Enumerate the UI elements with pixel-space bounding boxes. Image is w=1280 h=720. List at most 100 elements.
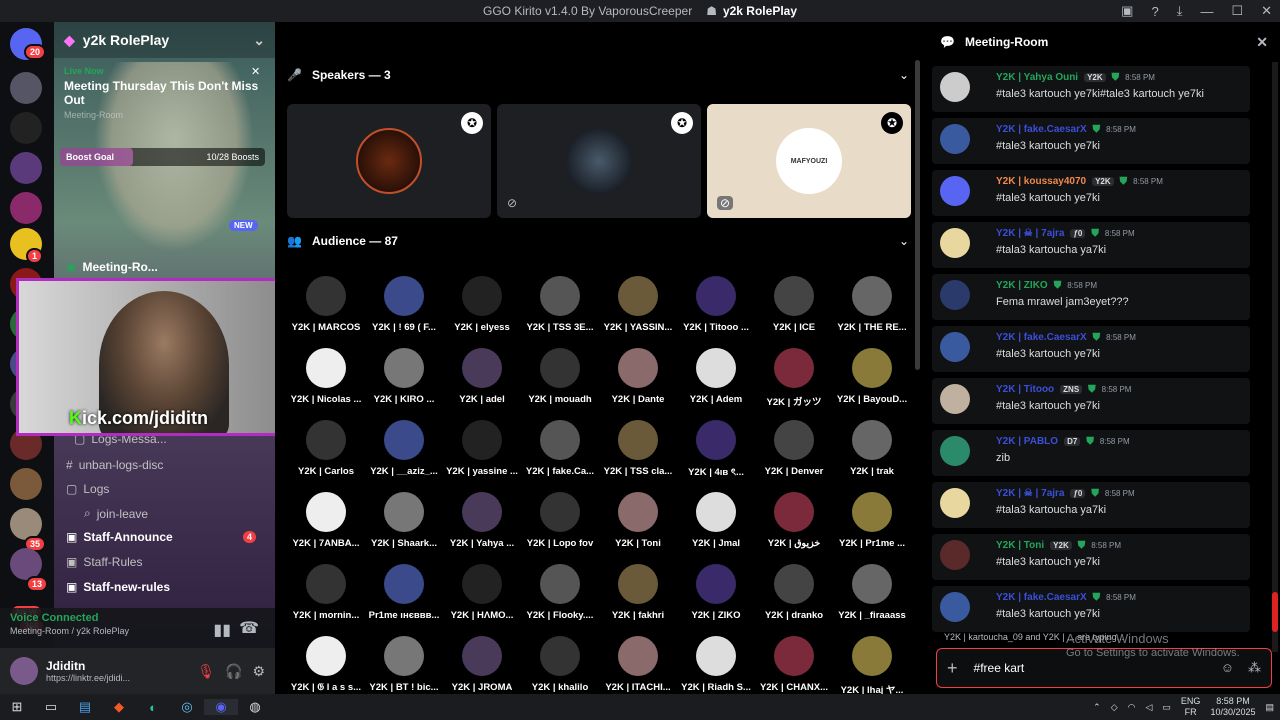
- server-icon[interactable]: [10, 468, 42, 500]
- audience-member[interactable]: Y2K | Titooo ...: [677, 276, 755, 333]
- message-author[interactable]: Y2K | fake.CaesarX: [996, 592, 1087, 603]
- audience-member[interactable]: Y2K | Pr1me ...: [833, 492, 911, 549]
- message-author[interactable]: Y2K | Titooo: [996, 384, 1054, 395]
- channel-item[interactable]: # unban-logs-disc: [66, 458, 163, 472]
- audience-member[interactable]: Y2K | yassine ...: [443, 420, 521, 477]
- task-view-icon[interactable]: ▭: [34, 699, 68, 715]
- message-author[interactable]: Y2K | ☠ | 7ajra: [996, 488, 1064, 499]
- audience-member[interactable]: Y2K | TSS cla...: [599, 420, 677, 477]
- language-indicator[interactable]: ENG FR: [1181, 696, 1201, 718]
- chat-message[interactable]: Y2K | Titooo ZNS ⛊ 8:58 PM #tale3 kartouch y…: [932, 378, 1250, 424]
- message-author[interactable]: Y2K | koussay4070: [996, 176, 1086, 187]
- audience-header[interactable]: 👥 Audience — 87: [287, 234, 398, 248]
- audience-member[interactable]: Y2K | _firaaass: [833, 564, 911, 621]
- headphones-icon[interactable]: 🎧: [225, 663, 242, 680]
- avatar[interactable]: [940, 436, 970, 466]
- avatar[interactable]: [940, 592, 970, 622]
- audience-member[interactable]: Y2K | JROMA: [443, 636, 521, 693]
- edge-icon[interactable]: ◐: [136, 700, 170, 715]
- audience-member[interactable]: Y2K | 𝔊 l a s s...: [287, 636, 365, 693]
- audience-member[interactable]: Y2K | YASSIN...: [599, 276, 677, 333]
- avatar[interactable]: [940, 72, 970, 102]
- audience-member[interactable]: Y2K | ガッツ: [755, 348, 833, 408]
- audience-member[interactable]: Y2K | Toni: [599, 492, 677, 549]
- audience-member[interactable]: Y2K | Carlos: [287, 420, 365, 477]
- windows-start-icon[interactable]: ⊞: [0, 699, 34, 715]
- audience-member[interactable]: Y2K | fakhri: [599, 564, 677, 621]
- chevron-down-icon[interactable]: ⌄: [899, 234, 909, 248]
- chat-message[interactable]: Y2K | fake.CaesarX ⛊ 8:58 PM #tale3 kartouc…: [932, 118, 1250, 164]
- audience-member[interactable]: Y2K | elyess: [443, 276, 521, 333]
- audience-member[interactable]: Pr1me ıнєввв...: [365, 564, 443, 621]
- emoji-icon[interactable]: ☺: [1221, 660, 1234, 676]
- audience-member[interactable]: Y2K | BayouD...: [833, 348, 911, 405]
- chat-message[interactable]: Y2K | PABLO D7 ⛊ 8:58 PM zib: [932, 430, 1250, 476]
- message-author[interactable]: Y2K | fake.CaesarX: [996, 124, 1087, 135]
- channel-item[interactable]: ▣ Staff-new-rules: [66, 580, 170, 594]
- close-icon[interactable]: ✕: [1256, 34, 1268, 51]
- speaker-tile[interactable]: ✪ ⊘: [497, 104, 701, 218]
- clock[interactable]: 8:58 PM 10/30/2025: [1210, 696, 1255, 718]
- close-banner-icon[interactable]: ✕: [251, 65, 260, 78]
- inbox-icon[interactable]: ▣: [1121, 3, 1133, 19]
- audience-member[interactable]: Y2K | MARCOS: [287, 276, 365, 333]
- steam-icon[interactable]: ◎: [170, 699, 204, 715]
- audience-member[interactable]: Y2K | 4ıв ৎ...: [677, 420, 755, 481]
- chat-message[interactable]: Y2K | ☠ | 7ajra ƒ0 ⛊ 8:58 PM #tala3 kartouch…: [932, 222, 1250, 268]
- audience-member[interactable]: Y2K | TSS 3E...: [521, 276, 599, 333]
- audience-member[interactable]: Y2K | BT ! bic...: [365, 636, 443, 693]
- chevron-down-icon[interactable]: ⌄: [899, 68, 909, 82]
- channel-item[interactable]: ▣ Staff-Announce 4: [66, 530, 256, 544]
- voice-channel[interactable]: ◉ Meeting-Ro...: [66, 260, 158, 274]
- battery-icon[interactable]: ▭: [1162, 702, 1171, 713]
- chat-message[interactable]: Y2K | ZIKO ⛊ 8:58 PM Fema mrawel jam3eyet??…: [932, 274, 1250, 320]
- audience-member[interactable]: Y2K | Jmal: [677, 492, 755, 549]
- audience-member[interactable]: Y2K | adel: [443, 348, 521, 405]
- audience-member[interactable]: Y2K | THE RE...: [833, 276, 911, 333]
- audience-member[interactable]: Y2K | __aziz_...: [365, 420, 443, 477]
- audience-member[interactable]: Y2K | trak: [833, 420, 911, 477]
- download-icon[interactable]: ⤓: [1177, 3, 1183, 19]
- audience-member[interactable]: Y2K | HΛMO...: [443, 564, 521, 621]
- audience-member[interactable]: Y2K | Flooky....: [521, 564, 599, 621]
- maximize-button[interactable]: ☐: [1231, 3, 1243, 19]
- user-info[interactable]: Jdiditn https://linktr.ee/jdidi...: [46, 659, 130, 683]
- minimize-button[interactable]: —: [1200, 4, 1213, 19]
- audience-member[interactable]: Y2K | KIRO ...: [365, 348, 443, 405]
- avatar[interactable]: [940, 488, 970, 518]
- audience-member[interactable]: Y2K | lhaj ヤ...: [833, 636, 911, 696]
- speakers-header[interactable]: 🎤 Speakers — 3: [287, 68, 391, 82]
- close-window-button[interactable]: ✕: [1261, 3, 1272, 19]
- server-icon[interactable]: [10, 112, 42, 144]
- audience-member[interactable]: Y2K | khalilo: [521, 636, 599, 693]
- chat-message[interactable]: Y2K | fake.CaesarX ⛊ 8:58 PM #tale3 kartouc…: [932, 326, 1250, 372]
- brave-icon[interactable]: ◆: [102, 699, 136, 715]
- audience-member[interactable]: Y2K | ITACHI...: [599, 636, 677, 693]
- audience-member[interactable]: Y2K | Lopo fov: [521, 492, 599, 549]
- channel-item[interactable]: ▣ Staff-Rules: [66, 555, 142, 569]
- audience-member[interactable]: Y2K | mouadh: [521, 348, 599, 405]
- audience-member[interactable]: Y2K | خزيوق: [755, 492, 833, 549]
- tray-app-icon[interactable]: ◇: [1111, 702, 1118, 713]
- audience-member[interactable]: Y2K | Yahya ...: [443, 492, 521, 549]
- avatar[interactable]: [940, 176, 970, 206]
- avatar[interactable]: [10, 657, 38, 685]
- audience-member[interactable]: Y2K | dranko: [755, 564, 833, 621]
- avatar[interactable]: [940, 332, 970, 362]
- chat-message[interactable]: Y2K | fake.CaesarX ⛊ 8:58 PM #tale3 kartouc…: [932, 586, 1250, 632]
- audience-member[interactable]: Y2K | ! 69 ( F...: [365, 276, 443, 333]
- message-author[interactable]: Y2K | PABLO: [996, 436, 1058, 447]
- message-input-value[interactable]: #free kart: [974, 661, 1025, 675]
- apps-icon[interactable]: ⁂: [1248, 660, 1261, 676]
- volume-icon[interactable]: ◁: [1145, 702, 1152, 713]
- audience-member[interactable]: Y2K | Riadh S...: [677, 636, 755, 693]
- gear-icon[interactable]: ⚙: [252, 663, 265, 680]
- message-author[interactable]: Y2K | Yahya Ouni: [996, 72, 1078, 83]
- avatar[interactable]: [940, 540, 970, 570]
- chat-message[interactable]: Y2K | ☠ | 7ajra ƒ0 ⛊ 8:58 PM #tala3 kartouch…: [932, 482, 1250, 528]
- avatar[interactable]: [940, 384, 970, 414]
- avatar[interactable]: [940, 124, 970, 154]
- message-author[interactable]: Y2K | Toni: [996, 540, 1044, 551]
- avatar[interactable]: [940, 280, 970, 310]
- audience-member[interactable]: Y2K | CHANX...: [755, 636, 833, 693]
